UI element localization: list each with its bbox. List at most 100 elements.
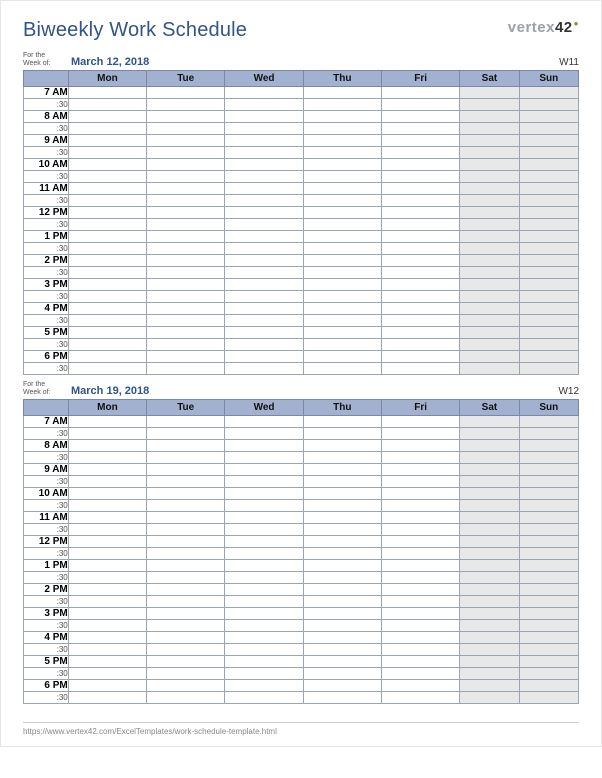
schedule-cell (68, 123, 146, 135)
schedule-cell (68, 656, 146, 668)
schedule-cell (460, 692, 519, 704)
schedule-cell (303, 476, 381, 488)
schedule-cell (519, 267, 578, 279)
schedule-cell (382, 488, 460, 500)
schedule-cell (382, 668, 460, 680)
schedule-cell (382, 231, 460, 243)
hour-label: 9 AM (24, 464, 69, 476)
hour-label: 8 AM (24, 111, 69, 123)
schedule-cell (303, 327, 381, 339)
day-header: Wed (225, 400, 303, 416)
schedule-cell (303, 416, 381, 428)
schedule-cell (225, 267, 303, 279)
schedule-cell (147, 632, 225, 644)
schedule-cell (519, 195, 578, 207)
half-hour-label: :30 (24, 363, 69, 375)
schedule-cell (147, 135, 225, 147)
schedule-cell (225, 123, 303, 135)
schedule-cell (303, 512, 381, 524)
schedule-cell (225, 99, 303, 111)
schedule-cell (460, 428, 519, 440)
schedule-cell (303, 243, 381, 255)
schedule-cell (303, 560, 381, 572)
schedule-cell (225, 464, 303, 476)
schedule-cell (382, 111, 460, 123)
schedule-cell (68, 440, 146, 452)
schedule-cell (460, 183, 519, 195)
schedule-cell (225, 243, 303, 255)
day-header: Thu (303, 400, 381, 416)
schedule-cell (382, 351, 460, 363)
schedule-cell (147, 207, 225, 219)
schedule-cell (147, 219, 225, 231)
schedule-cell (68, 476, 146, 488)
schedule-cell (303, 644, 381, 656)
schedule-cell (460, 243, 519, 255)
schedule-cell (460, 620, 519, 632)
half-hour-label: :30 (24, 452, 69, 464)
schedule-cell (460, 291, 519, 303)
schedule-cell (147, 99, 225, 111)
schedule-cell (68, 524, 146, 536)
schedule-cell (68, 339, 146, 351)
for-week-label: For theWeek of: (23, 381, 71, 397)
schedule-cell (382, 620, 460, 632)
schedule-cell (303, 255, 381, 267)
schedule-cell (303, 440, 381, 452)
schedule-cell (68, 183, 146, 195)
half-hour-label: :30 (24, 572, 69, 584)
schedule-cell (519, 231, 578, 243)
half-hour-label: :30 (24, 548, 69, 560)
half-hour-label: :30 (24, 99, 69, 111)
schedule-cell (147, 339, 225, 351)
schedule-cell (225, 692, 303, 704)
schedule-cell (68, 644, 146, 656)
schedule-cell (382, 147, 460, 159)
schedule-cell (460, 327, 519, 339)
day-header: Sat (460, 400, 519, 416)
schedule-cell (225, 219, 303, 231)
day-header: Tue (147, 71, 225, 87)
schedule-cell (147, 680, 225, 692)
schedule-cell (303, 207, 381, 219)
schedule-cell (225, 656, 303, 668)
schedule-cell (68, 512, 146, 524)
schedule-cell (225, 476, 303, 488)
schedule-cell (382, 315, 460, 327)
schedule-cell (147, 315, 225, 327)
schedule-cell (519, 99, 578, 111)
half-hour-label: :30 (24, 267, 69, 279)
day-header: Sun (519, 400, 578, 416)
schedule-cell (225, 452, 303, 464)
schedule-cell (68, 548, 146, 560)
schedule-cell (460, 351, 519, 363)
schedule-cell (460, 135, 519, 147)
schedule-cell (382, 123, 460, 135)
schedule-cell (147, 572, 225, 584)
schedule-cell (147, 464, 225, 476)
schedule-cell (303, 159, 381, 171)
schedule-cell (303, 596, 381, 608)
schedule-cell (147, 488, 225, 500)
schedule-cell (519, 644, 578, 656)
schedule-cell (68, 207, 146, 219)
schedule-cell (519, 147, 578, 159)
schedule-cell (225, 135, 303, 147)
schedule-cell (460, 644, 519, 656)
half-hour-label: :30 (24, 620, 69, 632)
schedule-cell (68, 500, 146, 512)
schedule-cell (460, 303, 519, 315)
half-hour-label: :30 (24, 692, 69, 704)
schedule-cell (303, 183, 381, 195)
schedule-cell (519, 548, 578, 560)
schedule-cell (382, 512, 460, 524)
schedule-cell (147, 195, 225, 207)
schedule-cell (519, 464, 578, 476)
schedule-cell (460, 416, 519, 428)
schedule-cell (382, 279, 460, 291)
schedule-cell (382, 524, 460, 536)
day-header: Fri (382, 400, 460, 416)
schedule-cell (147, 644, 225, 656)
schedule-cell (519, 243, 578, 255)
schedule-cell (460, 488, 519, 500)
